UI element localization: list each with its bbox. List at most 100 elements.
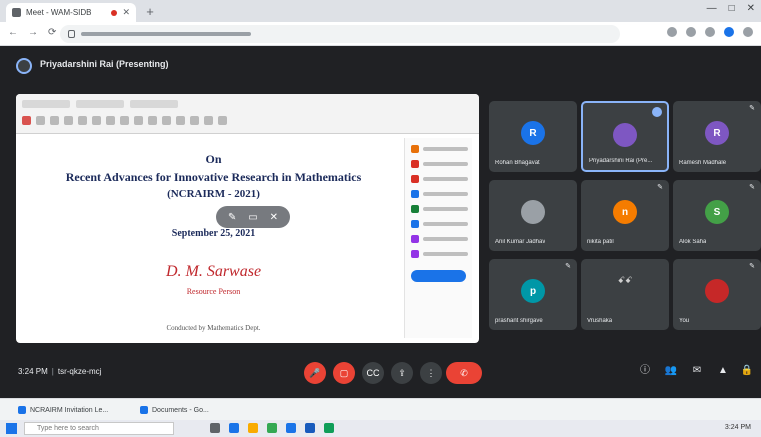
participant-tile[interactable]: n ✎ nikita patil	[581, 180, 669, 251]
store-icon[interactable]	[286, 423, 296, 433]
export-icon	[411, 145, 419, 153]
presenter-label: Priyadarshini Rai (Presenting)	[40, 59, 169, 69]
edge-icon[interactable]	[229, 423, 239, 433]
doc-tab	[76, 100, 124, 108]
participant-image: ꗃꗃ	[617, 275, 633, 285]
avatar: S	[705, 200, 729, 224]
pointer-icon[interactable]: ✎	[228, 212, 236, 223]
participant-name: nikita patil	[587, 239, 614, 245]
participant-tile[interactable]: S ✎ Alok Saha	[673, 180, 761, 251]
browser-tab-meet[interactable]: Meet - WAM-SIDB ✕	[6, 3, 136, 22]
captions-button[interactable]: CC	[362, 362, 384, 384]
avatar	[705, 279, 729, 303]
window-controls: — □ ✕	[707, 3, 755, 14]
doc-tool-icon	[78, 116, 87, 125]
doc-tool-icon	[120, 116, 129, 125]
chrome-icon[interactable]	[267, 423, 277, 433]
participant-name: prashant shirgave	[495, 318, 543, 324]
participant-name: Anil Kumar Jadhav	[495, 239, 546, 245]
sidebar-item[interactable]	[411, 220, 468, 228]
document-toolbar	[22, 116, 227, 125]
stop-icon[interactable]: ✕	[270, 212, 278, 223]
bookmark-star-icon[interactable]	[667, 27, 677, 37]
participant-name: Ramesh Madhale	[679, 160, 727, 166]
minimize-button[interactable]: —	[707, 3, 717, 14]
doc-tool-icon	[36, 116, 45, 125]
sidebar-item[interactable]	[411, 175, 468, 183]
sidebar-item[interactable]	[411, 160, 468, 168]
meet-header: Priyadarshini Rai (Presenting)	[0, 46, 761, 86]
fit-icon[interactable]: ▭	[248, 212, 257, 223]
participant-tile[interactable]: R ✎ Ramesh Madhale	[673, 101, 761, 172]
sidebar-item[interactable]	[411, 205, 468, 213]
url-text	[81, 32, 251, 36]
tab-title: Meet - WAM-SIDB	[26, 8, 92, 17]
os-taskbar: Type here to search 3:24 PM	[0, 420, 761, 437]
participant-tile-presenter[interactable]: Priyadarshini Rai (Pre...	[581, 101, 669, 172]
doc-tool-icon	[204, 116, 213, 125]
organize-icon	[411, 205, 419, 213]
camera-button[interactable]: ▢	[333, 362, 355, 384]
address-bar[interactable]	[60, 25, 620, 43]
doc-tool-icon	[148, 116, 157, 125]
people-button[interactable]: 👥	[664, 364, 678, 378]
excel-icon[interactable]	[324, 423, 334, 433]
participant-tile[interactable]: R Rohan Bhagavat	[489, 101, 577, 172]
participant-tile[interactable]: Anil Kumar Jadhav	[489, 180, 577, 251]
participant-tile-self[interactable]: ✎ You	[673, 259, 761, 330]
bottom-tab[interactable]: NCRAIRM Invitation Le...	[18, 403, 108, 417]
chat-button[interactable]: ✉	[690, 364, 704, 378]
doc-tool-icon	[218, 116, 227, 125]
reload-button[interactable]: ⟳	[48, 27, 56, 38]
doc-tool-icon	[92, 116, 101, 125]
host-controls-button[interactable]: 🔒	[740, 364, 754, 378]
participant-tile[interactable]: p ✎ prashant shirgave	[489, 259, 577, 330]
profile-avatar[interactable]	[724, 27, 734, 37]
downloads-icon[interactable]	[705, 27, 715, 37]
doc-tool-icon	[50, 116, 59, 125]
taskbar-search-input[interactable]: Type here to search	[24, 422, 174, 435]
participant-tile[interactable]: ꗃꗃ Vrushaka	[581, 259, 669, 330]
document-page: On Recent Advances for Innovative Resear…	[26, 138, 401, 343]
doc-tool-icon	[190, 116, 199, 125]
sidebar-item[interactable]	[411, 190, 468, 198]
doc-tool-icon	[176, 116, 185, 125]
sidebar-item[interactable]	[411, 145, 468, 153]
participant-name: Vrushaka	[587, 318, 613, 324]
clock-time: 3:24 PM	[18, 367, 48, 376]
maximize-button[interactable]: □	[729, 3, 735, 14]
forward-button[interactable]: →	[28, 27, 38, 38]
bottom-tab[interactable]: Documents - Go...	[140, 403, 209, 417]
extensions-icon[interactable]	[686, 27, 696, 37]
doc-on-text: On	[205, 152, 222, 166]
recording-dot-icon	[111, 9, 118, 16]
task-view-icon[interactable]	[210, 423, 220, 433]
browser-tab-bar: Meet - WAM-SIDB ✕ + — □ ✕	[0, 0, 761, 22]
mic-off-icon: ✎	[657, 184, 663, 191]
sidebar-item[interactable]	[411, 235, 468, 243]
back-button[interactable]: ←	[8, 27, 18, 38]
sidebar-action-button[interactable]	[411, 270, 466, 282]
activities-button[interactable]: ▲	[716, 364, 730, 378]
nav-buttons: ← → ⟳	[8, 27, 56, 38]
mic-off-icon: ✎	[749, 263, 755, 270]
mic-button[interactable]: 🎤	[304, 362, 326, 384]
word-icon[interactable]	[305, 423, 315, 433]
start-menu-icon[interactable]	[6, 423, 17, 434]
browser-menu-icon[interactable]	[743, 27, 753, 37]
presentation-controls-pill[interactable]: ✎ ▭ ✕	[216, 206, 290, 228]
doc-tool-icon	[134, 116, 143, 125]
avatar	[613, 123, 637, 147]
mic-off-icon: ✎	[749, 184, 755, 191]
present-button[interactable]: ⇪	[391, 362, 413, 384]
close-window-button[interactable]: ✕	[747, 3, 755, 14]
meeting-details-button[interactable]: ⓘ	[638, 364, 652, 378]
tab-close-icon[interactable]: ✕	[122, 7, 130, 18]
more-options-button[interactable]: ⋮	[420, 362, 442, 384]
end-call-button[interactable]: ✆	[446, 362, 482, 384]
file-explorer-icon[interactable]	[248, 423, 258, 433]
sidebar-item[interactable]	[411, 250, 468, 258]
new-tab-button[interactable]: +	[142, 4, 158, 20]
doc-title: Recent Advances for Innovative Research …	[65, 170, 362, 184]
doc-tool-icon	[22, 116, 31, 125]
